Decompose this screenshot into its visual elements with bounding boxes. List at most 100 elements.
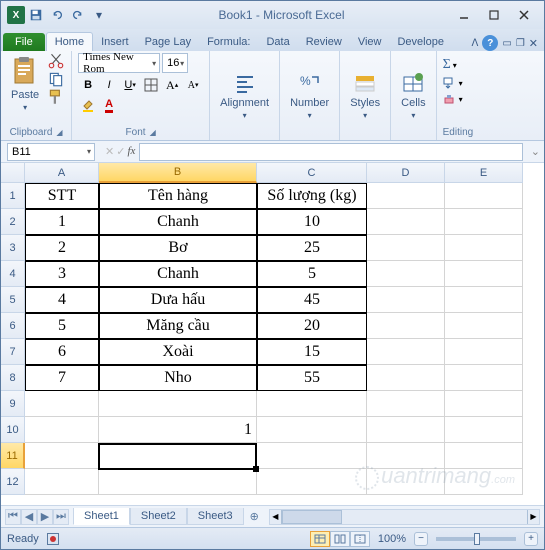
cell-B7[interactable]: Xoài: [99, 339, 257, 365]
doc-close-icon[interactable]: ✕: [529, 37, 538, 50]
tab-view[interactable]: View: [350, 33, 390, 51]
expand-formula-icon[interactable]: ⌄: [527, 145, 544, 158]
cell-B9[interactable]: [99, 391, 257, 417]
sheet-nav-prev-icon[interactable]: ◀: [21, 509, 37, 525]
row-head-7[interactable]: 7: [1, 339, 25, 365]
cell-D2[interactable]: [367, 209, 445, 235]
zoom-slider[interactable]: [436, 537, 516, 541]
cell-E8[interactable]: [445, 365, 523, 391]
cell-A11[interactable]: [25, 443, 99, 469]
cell-E10[interactable]: [445, 417, 523, 443]
macro-record-icon[interactable]: [47, 533, 59, 545]
alignment-button[interactable]: Alignment▾: [216, 69, 273, 122]
redo-icon[interactable]: [68, 5, 88, 25]
cell-D9[interactable]: [367, 391, 445, 417]
doc-minimize-icon[interactable]: ▭: [502, 38, 511, 49]
spreadsheet-grid[interactable]: ABCDE1STTTên hàngSố lượng (kg)21Chanh103…: [1, 163, 544, 505]
help-icon[interactable]: ?: [482, 35, 498, 51]
cell-C6[interactable]: 20: [257, 313, 367, 339]
tab-home[interactable]: Home: [46, 32, 93, 51]
row-head-12[interactable]: 12: [1, 469, 25, 495]
doc-restore-icon[interactable]: ❐: [516, 38, 525, 49]
cell-D8[interactable]: [367, 365, 445, 391]
cell-A4[interactable]: 3: [25, 261, 99, 287]
cell-E1[interactable]: [445, 183, 523, 209]
col-head-B[interactable]: B: [99, 163, 257, 183]
cell-D10[interactable]: [367, 417, 445, 443]
col-head-A[interactable]: A: [25, 163, 99, 183]
clipboard-launcher-icon[interactable]: ◢: [56, 128, 62, 137]
cell-C3[interactable]: 25: [257, 235, 367, 261]
font-name-select[interactable]: Times New Rom: [78, 53, 160, 73]
page-break-view-icon[interactable]: [350, 531, 370, 547]
insert-sheet-icon[interactable]: ⊕: [244, 508, 265, 525]
cell-C1[interactable]: Số lượng (kg): [257, 183, 367, 209]
qat-customize-icon[interactable]: ▾: [89, 5, 109, 25]
sheet-nav-next-icon[interactable]: ▶: [37, 509, 53, 525]
tab-page-layout[interactable]: Page Lay: [137, 33, 199, 51]
undo-icon[interactable]: [47, 5, 67, 25]
cell-A1[interactable]: STT: [25, 183, 99, 209]
zoom-level[interactable]: 100%: [378, 533, 406, 545]
select-all-corner[interactable]: [1, 163, 25, 183]
cell-C4[interactable]: 5: [257, 261, 367, 287]
cell-D11[interactable]: [367, 443, 445, 469]
zoom-in-button[interactable]: +: [524, 532, 538, 546]
cell-D3[interactable]: [367, 235, 445, 261]
col-head-C[interactable]: C: [257, 163, 367, 183]
cell-A3[interactable]: 2: [25, 235, 99, 261]
cell-A10[interactable]: [25, 417, 99, 443]
cell-C11[interactable]: [257, 443, 367, 469]
row-head-9[interactable]: 9: [1, 391, 25, 417]
decrease-font-button[interactable]: A▾: [183, 75, 203, 95]
cell-D5[interactable]: [367, 287, 445, 313]
cell-A12[interactable]: [25, 469, 99, 495]
font-size-select[interactable]: 16: [162, 53, 188, 73]
enter-formula-icon[interactable]: ✓: [116, 145, 125, 158]
cell-E4[interactable]: [445, 261, 523, 287]
autosum-button[interactable]: Σ▾: [443, 57, 474, 73]
cell-C9[interactable]: [257, 391, 367, 417]
cell-E9[interactable]: [445, 391, 523, 417]
minimize-button[interactable]: [450, 6, 478, 24]
horizontal-scrollbar[interactable]: ◀ ▶: [269, 509, 540, 525]
cell-C10[interactable]: [257, 417, 367, 443]
cell-D4[interactable]: [367, 261, 445, 287]
row-head-3[interactable]: 3: [1, 235, 25, 261]
number-button[interactable]: % Number▾: [286, 69, 333, 122]
cell-C12[interactable]: [257, 469, 367, 495]
fx-icon[interactable]: fx: [127, 145, 135, 158]
name-box[interactable]: B11: [7, 143, 95, 161]
cell-C5[interactable]: 45: [257, 287, 367, 313]
normal-view-icon[interactable]: [310, 531, 330, 547]
row-head-8[interactable]: 8: [1, 365, 25, 391]
bold-button[interactable]: B: [78, 75, 98, 95]
cell-E5[interactable]: [445, 287, 523, 313]
row-head-4[interactable]: 4: [1, 261, 25, 287]
increase-font-button[interactable]: A▴: [162, 75, 182, 95]
cell-B6[interactable]: Măng cầu: [99, 313, 257, 339]
cell-B2[interactable]: Chanh: [99, 209, 257, 235]
row-head-6[interactable]: 6: [1, 313, 25, 339]
clear-button[interactable]: ▾: [443, 93, 474, 105]
sheet-tab-1[interactable]: Sheet1: [73, 508, 130, 525]
tab-formulas[interactable]: Formula:: [199, 33, 258, 51]
cell-A2[interactable]: 1: [25, 209, 99, 235]
tab-data[interactable]: Data: [258, 33, 297, 51]
cell-E7[interactable]: [445, 339, 523, 365]
row-head-10[interactable]: 10: [1, 417, 25, 443]
cell-A8[interactable]: 7: [25, 365, 99, 391]
save-icon[interactable]: [26, 5, 46, 25]
format-painter-icon[interactable]: [47, 89, 65, 105]
styles-button[interactable]: Styles▾: [346, 69, 384, 122]
italic-button[interactable]: I: [99, 75, 119, 95]
cell-A9[interactable]: [25, 391, 99, 417]
border-button[interactable]: [141, 75, 161, 95]
cell-B11[interactable]: [99, 443, 257, 469]
cell-E12[interactable]: [445, 469, 523, 495]
zoom-out-button[interactable]: −: [414, 532, 428, 546]
sheet-tab-2[interactable]: Sheet2: [130, 508, 187, 525]
fill-handle[interactable]: [253, 466, 259, 472]
paste-button[interactable]: Paste ▾: [7, 53, 43, 114]
cell-C2[interactable]: 10: [257, 209, 367, 235]
